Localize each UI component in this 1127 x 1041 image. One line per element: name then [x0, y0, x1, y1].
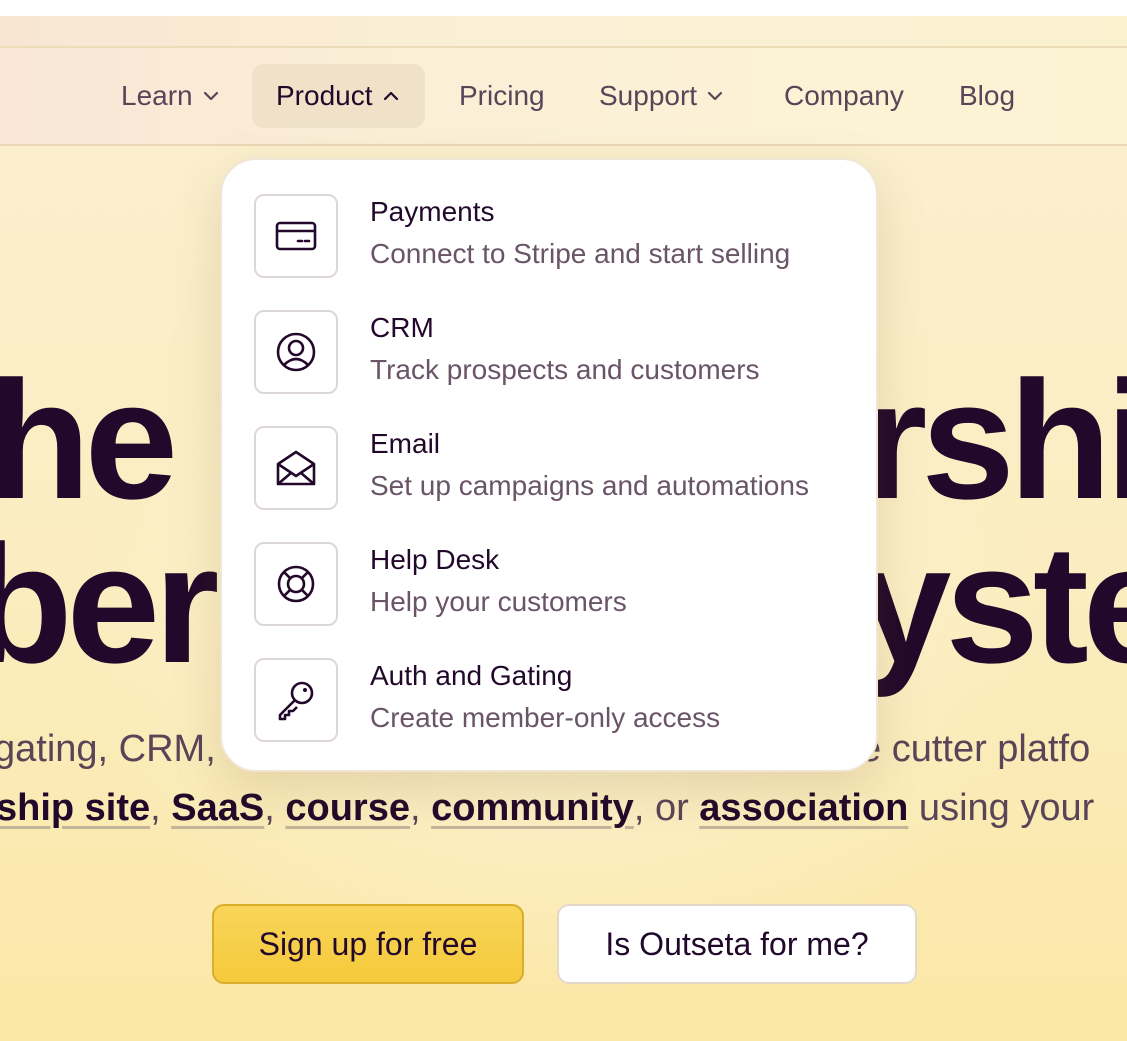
nav-support-label: Support: [599, 80, 698, 111]
credit-card-icon: [254, 194, 338, 278]
menu-item-description: Create member-only access: [370, 702, 721, 733]
hero-heading-line2-left: ber: [0, 510, 219, 698]
product-dropdown-menu: Payments Connect to Stripe and start sel…: [220, 158, 878, 772]
hero-heading-line1-right: rshi: [862, 346, 1127, 534]
is-outseta-for-me-button[interactable]: Is Outseta for me?: [557, 904, 917, 984]
nav-company-label: Company: [784, 80, 904, 111]
menu-item-payments[interactable]: Payments Connect to Stripe and start sel…: [254, 194, 854, 294]
nav-product[interactable]: Product: [252, 64, 425, 128]
menu-item-title: Payments: [370, 196, 495, 227]
menu-item-auth-and-gating[interactable]: Auth and Gating Create member-only acces…: [254, 658, 854, 758]
menu-item-help-desk[interactable]: Help Desk Help your customers: [254, 542, 854, 642]
chevron-up-icon: [381, 86, 401, 106]
nav-learn[interactable]: Learn: [121, 64, 221, 128]
lifebuoy-icon: [254, 542, 338, 626]
hero-subtitle-line1-right: e cutter platfo: [860, 728, 1091, 770]
menu-item-email[interactable]: Email Set up campaigns and automations: [254, 426, 854, 526]
signup-button[interactable]: Sign up for free: [212, 904, 524, 984]
link-association[interactable]: association: [699, 787, 908, 829]
menu-item-description: Track prospects and customers: [370, 354, 760, 385]
link-community[interactable]: community: [431, 787, 634, 829]
nav-learn-label: Learn: [121, 80, 193, 111]
nav-blog-label: Blog: [959, 80, 1016, 111]
hero-heading-line2-right: yste: [858, 510, 1127, 698]
browser-top-strip: [0, 0, 1127, 16]
menu-item-title: CRM: [370, 312, 434, 343]
separator: ,: [150, 787, 172, 829]
subtitle-tail: using your: [908, 787, 1095, 829]
envelope-open-icon: [254, 426, 338, 510]
menu-item-title: Auth and Gating: [370, 660, 573, 691]
nav-product-label: Product: [276, 80, 373, 111]
chevron-down-icon: [705, 86, 725, 106]
key-icon: [254, 658, 338, 742]
link-saas[interactable]: SaaS: [171, 787, 264, 829]
menu-item-title: Help Desk: [370, 544, 500, 575]
nav-pricing[interactable]: Pricing: [459, 64, 545, 128]
menu-item-description: Help your customers: [370, 586, 627, 617]
separator: ,: [264, 787, 286, 829]
menu-item-description: Set up campaigns and automations: [370, 470, 809, 501]
hero-subtitle-line2: ship site, SaaS, course, community, or a…: [0, 787, 1094, 830]
separator: ,: [410, 787, 432, 829]
hero-subtitle-line1-left: gating, CRM,: [0, 728, 216, 770]
hero-heading-line1-left: he: [0, 346, 178, 534]
announcement-band: [0, 16, 1127, 48]
chevron-down-icon: [201, 86, 221, 106]
main-navigation: Learn Product Pricing Support Company Bl…: [0, 48, 1127, 146]
nav-blog[interactable]: Blog: [959, 64, 1015, 128]
menu-item-description: Connect to Stripe and start selling: [370, 238, 791, 269]
nav-support[interactable]: Support: [599, 64, 725, 128]
link-course[interactable]: course: [285, 787, 410, 829]
separator: , or: [633, 787, 700, 829]
nav-pricing-label: Pricing: [459, 80, 545, 111]
menu-item-crm[interactable]: CRM Track prospects and customers: [254, 310, 854, 410]
menu-item-title: Email: [370, 428, 441, 459]
user-circle-icon: [254, 310, 338, 394]
link-membership-site[interactable]: ship site: [0, 787, 150, 829]
nav-company[interactable]: Company: [784, 64, 904, 128]
